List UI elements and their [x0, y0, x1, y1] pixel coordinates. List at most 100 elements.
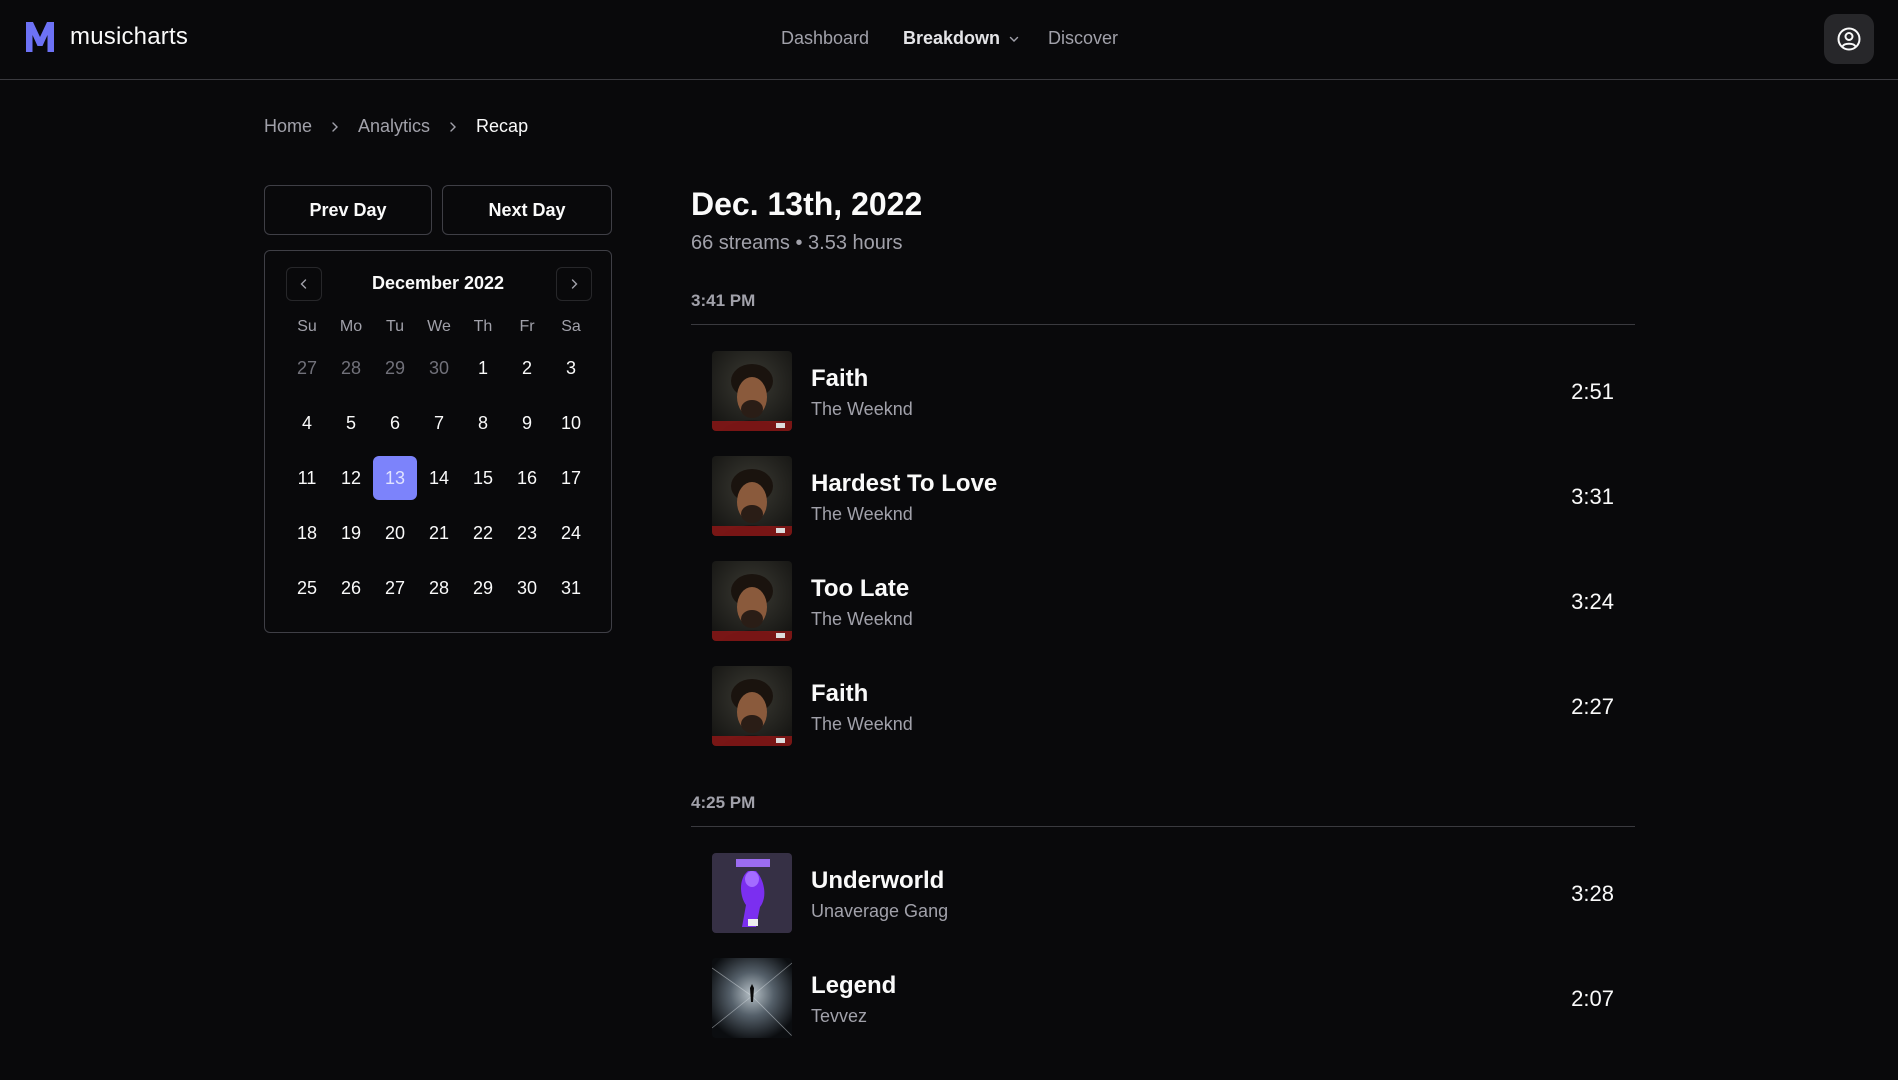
nav-dashboard[interactable]: Dashboard [781, 28, 869, 49]
weekday-label: Th [473, 318, 493, 335]
calendar-day[interactable]: 9 [505, 401, 549, 445]
album-art [712, 456, 792, 536]
breadcrumb: Home Analytics Recap [264, 116, 528, 137]
track-name: Too Late [811, 575, 910, 602]
calendar-week-row: 18 19 20 21 22 23 24 [285, 510, 593, 565]
calendar-day[interactable]: 22 [461, 511, 505, 555]
calendar-day[interactable]: 25 [285, 566, 329, 610]
track-duration: 2:07 [1571, 986, 1614, 1011]
calendar-day[interactable]: 20 [373, 511, 417, 555]
track-duration: 3:28 [1571, 881, 1614, 906]
track-name: Hardest To Love [811, 470, 998, 497]
album-art [712, 958, 792, 1038]
calendar-weekday-row: Su Mo Tu We Th Fr Sa [285, 309, 593, 345]
calendar-week-row: 25 26 27 28 29 30 31 [285, 565, 593, 620]
calendar-day[interactable]: 8 [461, 401, 505, 445]
calendar-day[interactable]: 5 [329, 401, 373, 445]
next-day-button[interactable]: Next Day [442, 185, 612, 235]
session-time-header: 3:41 PM [691, 291, 756, 310]
nav-breakdown-label: Breakdown [903, 28, 1001, 48]
track-artist: Tevvez [811, 1006, 868, 1026]
session-time-header: 4:25 PM [691, 793, 756, 812]
weekday-label: Sa [561, 318, 581, 335]
weekday-label: Su [297, 318, 317, 335]
chevron-right-icon [450, 121, 457, 132]
calendar-day-outside[interactable]: 30 [417, 346, 461, 390]
calendar-day-selected[interactable]: 13 [373, 456, 417, 500]
calendar-next-month-button[interactable] [556, 267, 592, 301]
calendar-day[interactable]: 15 [461, 456, 505, 500]
track-name: Faith [811, 680, 869, 707]
track-duration: 3:31 [1571, 484, 1614, 509]
calendar-grid: Su Mo Tu We Th Fr Sa 27 28 29 30 1 2 3 4 5 6 7 8 9 10 11 12 13… [285, 309, 593, 620]
calendar-day-outside[interactable]: 28 [329, 346, 373, 390]
album-art [712, 853, 792, 933]
track-duration: 3:24 [1571, 589, 1614, 614]
weekday-label: We [427, 318, 451, 335]
profile-button[interactable] [1824, 14, 1874, 64]
chevron-right-icon [332, 121, 339, 132]
weekday-label: Fr [519, 318, 535, 335]
recap-summary: 66 streams • 3.53 hours [691, 232, 903, 254]
calendar-day[interactable]: 11 [285, 456, 329, 500]
calendar-day[interactable]: 16 [505, 456, 549, 500]
calendar-day[interactable]: 24 [549, 511, 593, 555]
track-row[interactable]: Hardest To Love The Weeknd 3:31 [712, 456, 1614, 536]
calendar-day[interactable]: 31 [549, 566, 593, 610]
track-name: Underworld [811, 867, 945, 894]
top-header: musicharts Dashboard Breakdown Discover [0, 0, 1898, 80]
track-artist: The Weeknd [811, 399, 913, 419]
nav-discover[interactable]: Discover [1048, 28, 1118, 49]
calendar-day[interactable]: 2 [505, 346, 549, 390]
track-row[interactable]: Legend Tevvez 2:07 [712, 958, 1614, 1038]
page-title: Dec. 13th, 2022 [691, 186, 923, 222]
track-artist: Unaverage Gang [811, 901, 949, 921]
calendar-day[interactable]: 18 [285, 511, 329, 555]
calendar-day[interactable]: 3 [549, 346, 593, 390]
calendar-day[interactable]: 6 [373, 401, 417, 445]
calendar-week-row: 11 12 13 14 15 16 17 [285, 455, 593, 510]
calendar-day[interactable]: 12 [329, 456, 373, 500]
calendar-day[interactable]: 28 [417, 566, 461, 610]
calendar-day[interactable]: 29 [461, 566, 505, 610]
user-circle-icon [1837, 27, 1861, 51]
calendar-day[interactable]: 30 [505, 566, 549, 610]
calendar: December 2022 Su Mo Tu We Th Fr Sa 27 28 29 30 1 2 3… [264, 250, 612, 633]
breadcrumb-analytics[interactable]: Analytics [358, 116, 430, 137]
calendar-day[interactable]: 19 [329, 511, 373, 555]
calendar-day-outside[interactable]: 29 [373, 346, 417, 390]
calendar-day[interactable]: 1 [461, 346, 505, 390]
calendar-week-row: 27 28 29 30 1 2 3 [285, 345, 593, 400]
album-art [712, 561, 792, 641]
section-divider [691, 324, 1635, 325]
calendar-day[interactable]: 27 [373, 566, 417, 610]
album-art [712, 351, 792, 431]
calendar-day[interactable]: 17 [549, 456, 593, 500]
main-nav: Dashboard Breakdown Discover [0, 28, 1898, 52]
chevron-right-icon [571, 279, 578, 289]
chevron-down-icon [1009, 36, 1019, 42]
weekday-label: Mo [339, 318, 363, 335]
calendar-day[interactable]: 10 [549, 401, 593, 445]
nav-breakdown[interactable]: Breakdown [903, 28, 1020, 49]
prev-day-button[interactable]: Prev Day [264, 185, 432, 235]
calendar-day[interactable]: 21 [417, 511, 461, 555]
track-duration: 2:51 [1571, 379, 1614, 404]
calendar-day[interactable]: 26 [329, 566, 373, 610]
weekday-label: Tu [385, 318, 405, 335]
breadcrumb-home[interactable]: Home [264, 116, 312, 137]
calendar-day[interactable]: 4 [285, 401, 329, 445]
track-row[interactable]: Underworld Unaverage Gang 3:28 [712, 853, 1614, 933]
breadcrumb-recap: Recap [476, 116, 529, 136]
calendar-day[interactable]: 23 [505, 511, 549, 555]
track-name: Legend [811, 972, 897, 999]
track-row[interactable]: Too Late The Weeknd 3:24 [712, 561, 1614, 641]
track-artist: The Weeknd [811, 609, 913, 629]
calendar-day[interactable]: 14 [417, 456, 461, 500]
calendar-day[interactable]: 7 [417, 401, 461, 445]
calendar-day-outside[interactable]: 27 [285, 346, 329, 390]
track-row[interactable]: Faith The Weeknd 2:27 [712, 666, 1614, 746]
track-name: Faith [811, 365, 869, 392]
track-duration: 2:27 [1571, 694, 1614, 719]
track-row[interactable]: Faith The Weeknd 2:51 [712, 351, 1614, 431]
